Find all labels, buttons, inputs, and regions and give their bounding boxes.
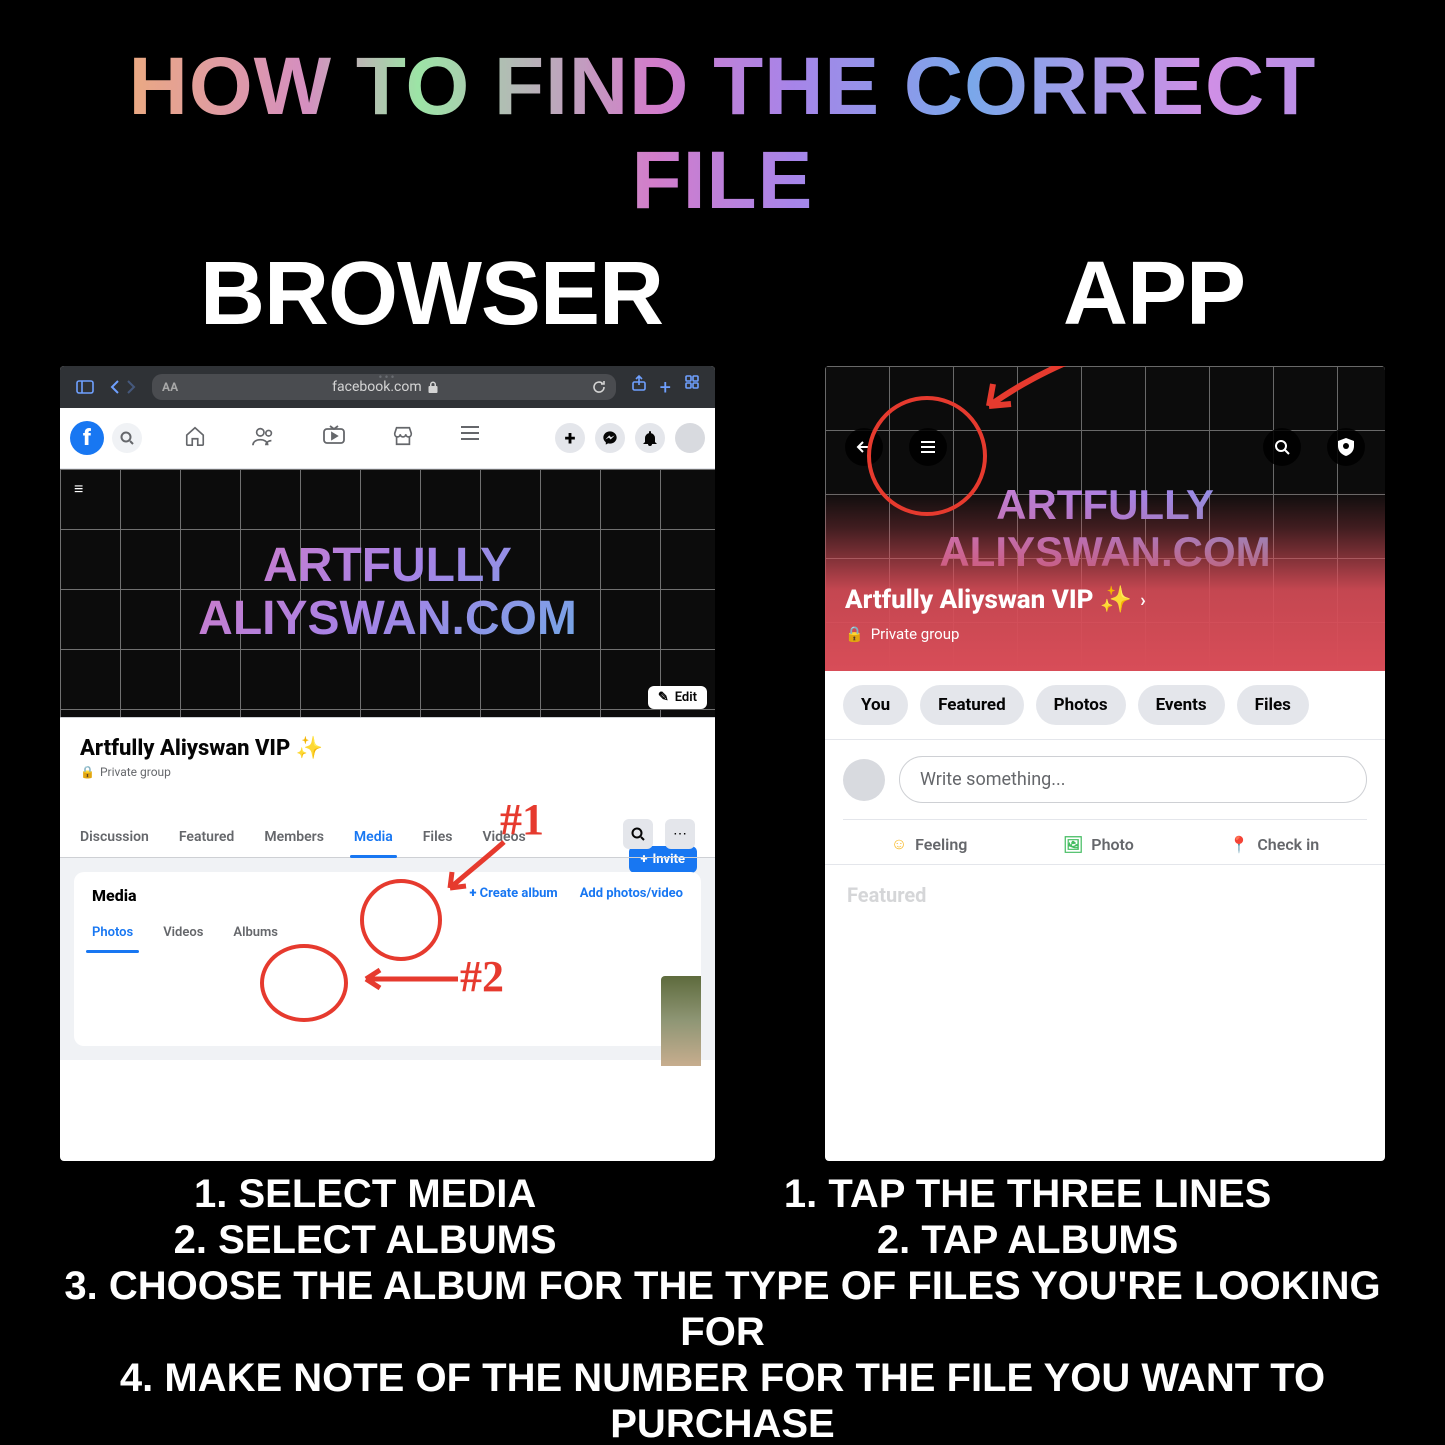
lock-icon (428, 381, 438, 393)
pill-featured[interactable]: Featured (920, 685, 1024, 725)
tab-videos[interactable]: Videos (482, 819, 525, 857)
home-icon[interactable] (184, 425, 206, 451)
media-subtab-photos[interactable]: Photos (92, 925, 133, 952)
instr-app-1: 1. TAP THE THREE LINES (784, 1171, 1271, 1217)
add-photos-link[interactable]: Add photos/video (580, 886, 683, 901)
app-screenshot: ARTFULLY ALIYSWAN.COM Artfully Aliyswan … (825, 366, 1385, 1161)
facebook-logo[interactable]: f (70, 421, 104, 455)
group-cover-app: ARTFULLY ALIYSWAN.COM Artfully Aliyswan … (825, 366, 1385, 671)
instr-browser-2: 2. SELECT ALBUMS (174, 1217, 557, 1263)
instr-app-2: 2. TAP ALBUMS (784, 1217, 1271, 1263)
browser-screenshot: ••• AA facebook.com + (60, 366, 715, 1161)
app-pill-tabs: You Featured Photos Events Files (843, 685, 1367, 725)
pencil-icon: ✎ (658, 690, 669, 705)
group-more-button[interactable]: ⋯ (665, 819, 695, 849)
tab-featured[interactable]: Featured (179, 819, 234, 857)
edit-cover-button[interactable]: ✎ Edit (648, 686, 707, 709)
subheader-browser: BROWSER (200, 243, 663, 346)
pill-events[interactable]: Events (1138, 685, 1225, 725)
browser-drag-dots: ••• (378, 370, 396, 384)
tabs-grid-icon[interactable] (685, 375, 699, 399)
text-size-button[interactable]: AA (162, 380, 178, 394)
facebook-top-nav: f + (60, 408, 715, 469)
subheader-app: APP (1063, 243, 1245, 346)
fb-search-button[interactable] (112, 423, 142, 453)
group-privacy: Private group (871, 625, 960, 643)
reload-icon[interactable] (592, 380, 606, 394)
friends-icon[interactable] (252, 425, 276, 451)
forward-icon (126, 380, 136, 394)
app-search-button[interactable] (1263, 428, 1301, 466)
smiley-icon: ☺ (891, 834, 907, 854)
composer-checkin[interactable]: 📍Check in (1229, 834, 1319, 854)
instr-browser-1: 1. SELECT MEDIA (174, 1171, 557, 1217)
instr-4: 4. MAKE NOTE OF THE NUMBER FOR THE FILE … (60, 1355, 1385, 1445)
share-icon[interactable] (632, 375, 646, 399)
media-subtab-videos[interactable]: Videos (163, 925, 203, 952)
group-cover-browser: ≡ ARTFULLY ALIYSWAN.COM ✎ Edit (60, 469, 715, 718)
page-title: HOW TO FIND THE CORRECT FILE (30, 40, 1415, 228)
group-title-app[interactable]: Artfully Aliyswan VIP ✨ › (845, 585, 1146, 615)
pin-icon: 📍 (1229, 835, 1249, 854)
tab-discussion[interactable]: Discussion (80, 819, 149, 857)
pill-files[interactable]: Files (1237, 685, 1309, 725)
instr-3: 3. CHOOSE THE ALBUM FOR THE TYPE OF FILE… (60, 1263, 1385, 1355)
group-search-button[interactable] (623, 819, 653, 849)
tab-files[interactable]: Files (423, 819, 453, 857)
edit-label: Edit (675, 690, 697, 705)
pill-photos[interactable]: Photos (1036, 685, 1126, 725)
composer-input[interactable]: Write something... (899, 756, 1367, 803)
tab-members[interactable]: Members (264, 819, 324, 857)
lock-icon: 🔒 (845, 625, 864, 643)
app-back-button[interactable] (845, 428, 883, 466)
marketplace-icon[interactable] (392, 425, 414, 451)
back-icon[interactable] (110, 380, 120, 394)
app-shield-button[interactable] (1327, 428, 1365, 466)
app-menu-button[interactable] (909, 428, 947, 466)
url-domain: facebook.com (332, 379, 421, 395)
chevron-right-icon: › (1140, 590, 1145, 611)
new-tab-icon[interactable]: + (660, 375, 671, 399)
group-tabs: Discussion Featured Members Media Files … (60, 819, 715, 858)
cover-text-line1: ARTFULLY (263, 540, 512, 593)
sidebar-icon[interactable] (76, 380, 94, 394)
watch-icon[interactable] (322, 425, 346, 451)
photo-icon: 🖼 (1063, 835, 1083, 854)
composer-avatar[interactable] (843, 759, 885, 801)
menu-icon[interactable] (460, 425, 480, 451)
messenger-icon[interactable] (595, 423, 625, 453)
app-composer: Write something... ☺Feeling 🖼Photo 📍Chec… (825, 740, 1385, 865)
create-album-link[interactable]: + Create album (469, 886, 557, 901)
cover-text-line2: ALIYSWAN.COM (198, 593, 577, 646)
group-title-browser: Artfully Aliyswan VIP ✨ (80, 736, 695, 761)
app-featured-heading: Featured (825, 865, 1385, 925)
group-privacy: Private group (100, 765, 171, 779)
pill-you[interactable]: You (843, 685, 908, 725)
notifications-icon[interactable] (635, 423, 665, 453)
lock-icon: 🔒 (80, 765, 95, 779)
profile-avatar[interactable] (675, 423, 705, 453)
media-card: Media + Create album Add photos/video Ph… (74, 872, 701, 1046)
media-subtab-albums[interactable]: Albums (233, 925, 278, 952)
composer-feeling[interactable]: ☺Feeling (891, 834, 968, 854)
composer-photo[interactable]: 🖼Photo (1063, 834, 1134, 854)
tab-media[interactable]: Media (354, 819, 393, 857)
create-button[interactable]: + (555, 423, 585, 453)
photo-thumbnail[interactable] (661, 976, 701, 1066)
